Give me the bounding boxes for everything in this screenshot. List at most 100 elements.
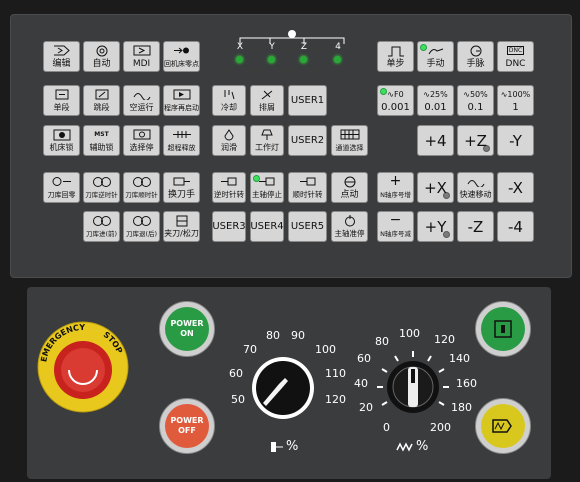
feed-dial-tick-60: 60	[357, 352, 371, 365]
magazine-cw-button[interactable]: 刀库顺时针	[123, 172, 160, 203]
step-pulse-icon	[378, 44, 413, 57]
spindle-cw-icon	[289, 175, 326, 188]
cycle-start-button[interactable]	[475, 301, 531, 357]
rapid-f0-value: 0.001	[381, 102, 410, 113]
axis-plus-4-button[interactable]: +4	[417, 125, 454, 156]
axis-minus-y-button[interactable]: -Y	[497, 125, 534, 156]
spindle-ccw-button[interactable]: 逆时针转	[212, 172, 246, 203]
coolant-icon	[213, 88, 245, 101]
machine-lock-icon	[44, 128, 79, 141]
overtravel-release-icon	[164, 128, 199, 141]
aux-lock-button[interactable]: MST 辅助锁	[83, 125, 120, 156]
single-block-button[interactable]: 单段	[43, 85, 80, 116]
axis-plus-y-button[interactable]: +Y	[417, 211, 454, 242]
user1-button[interactable]: USER1	[288, 85, 327, 116]
block-skip-button[interactable]: 跳段	[83, 85, 120, 116]
manual-mode-button[interactable]: 手动	[417, 41, 454, 72]
rapid-25-button[interactable]: ∿ 25% 0.01	[417, 85, 454, 116]
manual-mode-button-label: 手动	[426, 59, 445, 69]
tool-clamp-button[interactable]: 夹刀/松刀	[163, 211, 200, 242]
feed-override-knob[interactable]	[373, 347, 453, 427]
power-off-button[interactable]: POWER OFF	[159, 398, 215, 454]
dnc-mode-button-label: DNC	[505, 59, 526, 69]
magazine-forward-button[interactable]: 刀库进(前)	[83, 211, 120, 242]
user4-button[interactable]: USER4	[250, 211, 284, 242]
channel-grid-icon	[332, 128, 367, 141]
machine-lock-button[interactable]: 机床锁	[43, 125, 80, 156]
axis-minus-z-button[interactable]: -Z	[457, 211, 494, 242]
emergency-stop-button[interactable]: EMERGENCY STOP	[36, 320, 130, 414]
auto-cycle-icon	[84, 44, 119, 57]
spindle-dial-tick-50: 50	[231, 393, 245, 406]
spindle-orient-button-label: 主轴准停	[334, 229, 365, 238]
spindle-cw-button-label: 顺时针转	[292, 190, 323, 199]
jog-inch-button[interactable]: 点动	[331, 172, 368, 203]
edit-button-label: 编辑	[52, 59, 71, 69]
step-mode-button[interactable]: 单步	[377, 41, 414, 72]
feed-hold-button[interactable]	[475, 398, 531, 454]
handwheel-mode-button[interactable]: 手脉	[457, 41, 494, 72]
mdi-button[interactable]: MDI	[123, 41, 160, 72]
edit-button[interactable]: 编辑	[43, 41, 80, 72]
spindle-override-increase-button[interactable]: + N轴序号增	[377, 172, 414, 203]
dry-run-button-label: 空运行	[129, 103, 154, 112]
dry-run-button[interactable]: 空运行	[123, 85, 160, 116]
channel-select-button[interactable]: 通道选择	[331, 125, 368, 156]
magazine-ccw-button[interactable]: 刀库逆时针	[83, 172, 120, 203]
rapid-50-icon: ∿ 50%	[463, 90, 488, 99]
axis-plus-x-button[interactable]: +X	[417, 172, 454, 203]
spindle-stop-button[interactable]: 主轴停止	[250, 172, 284, 203]
dnc-mode-button[interactable]: DNC DNC	[497, 41, 534, 72]
chip-conveyor-button[interactable]: 排屑	[250, 85, 284, 116]
magazine-backward-button[interactable]: 刀库退(后)	[123, 211, 160, 242]
overtravel-release-button[interactable]: 超程释放	[163, 125, 200, 156]
dnc-icon: DNC	[498, 44, 533, 57]
axis-z-indicator-led	[300, 56, 307, 63]
spindle-override-knob[interactable]	[248, 353, 318, 423]
user2-button[interactable]: USER2	[288, 125, 327, 156]
spindle-cw-button[interactable]: 顺时针转	[288, 172, 327, 203]
power-off-cap: POWER OFF	[165, 404, 209, 448]
tool-change-arm-button[interactable]: 换刀手	[163, 172, 200, 203]
tool-clamp-icon	[164, 214, 199, 227]
feed-dial-tick-180: 180	[451, 401, 472, 414]
jog-inch-icon	[332, 175, 367, 188]
spindle-orient-button[interactable]: 主轴准停	[331, 211, 368, 242]
aux-lock-button-label: 辅助锁	[89, 143, 114, 152]
spindle-override-decrease-button[interactable]: − N轴序号减	[377, 211, 414, 242]
auto-button[interactable]: 自动	[83, 41, 120, 72]
feed-dial-unit: %	[416, 439, 429, 454]
feed-dial-tick-20: 20	[359, 401, 373, 414]
rapid-100-button[interactable]: ∿ 100% 1	[497, 85, 534, 116]
program-restart-button[interactable]: 程序再启动	[163, 85, 200, 116]
rapid-traverse-button[interactable]: 快速移动	[457, 172, 494, 203]
handwheel-icon	[458, 44, 493, 57]
axis-minus-4-button[interactable]: -4	[497, 211, 534, 242]
work-light-button[interactable]: 工作灯	[250, 125, 284, 156]
axis-plus-z-button[interactable]: +Z	[457, 125, 494, 156]
magazine-cw-icon	[124, 175, 159, 188]
user3-button[interactable]: USER3	[212, 211, 246, 242]
axis-minus-y-label: -Y	[509, 131, 522, 150]
spindle-dial-tick-110: 110	[325, 367, 346, 380]
rapid-f0-button[interactable]: ∿ F0 0.001	[377, 85, 414, 116]
optional-stop-button[interactable]: 选择停	[123, 125, 160, 156]
user5-button[interactable]: USER5	[288, 211, 327, 242]
overtravel-release-button-label: 超程释放	[167, 144, 196, 152]
lubrication-button[interactable]: 润滑	[212, 125, 246, 156]
power-on-button[interactable]: POWER ON	[159, 301, 215, 357]
machine-home-button[interactable]: 回机床零点	[163, 41, 200, 72]
power-on-label-2: ON	[180, 329, 194, 338]
coolant-button[interactable]: 冷却	[212, 85, 246, 116]
rapid-50-button[interactable]: ∿ 50% 0.1	[457, 85, 494, 116]
jog-inch-button-label: 点动	[340, 190, 359, 200]
rapid-traverse-icon	[458, 175, 493, 188]
axis-x-indicator-led	[236, 56, 243, 63]
magazine-backward-button-label: 刀库退(后)	[125, 230, 158, 238]
magazine-home-icon	[44, 175, 79, 188]
magazine-home-button[interactable]: 刀库回零	[43, 172, 80, 203]
axis-indicator-y-label: Y	[269, 42, 275, 52]
axis-minus-4-label: -4	[508, 217, 523, 236]
axis-minus-x-button[interactable]: -X	[497, 172, 534, 203]
axis-plus-y-label: +Y	[424, 217, 447, 236]
